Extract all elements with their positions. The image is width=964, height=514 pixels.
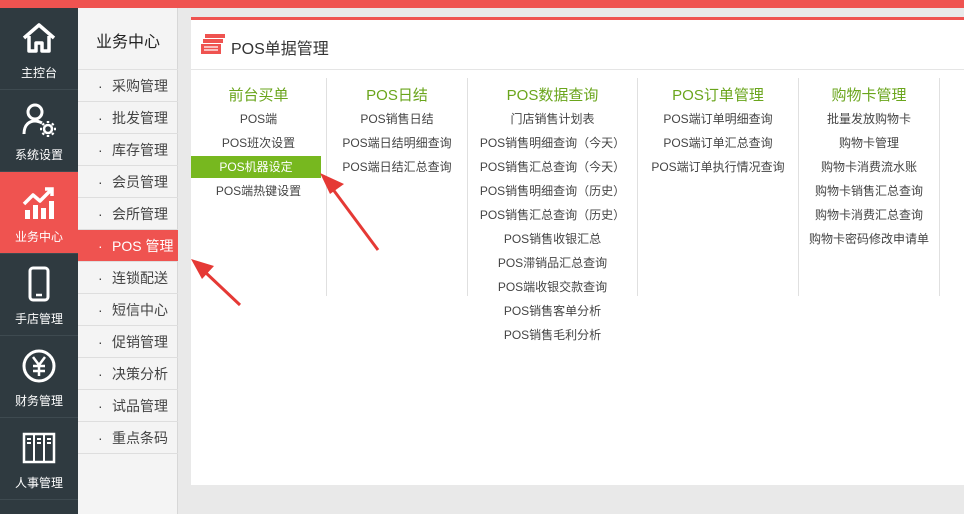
column-pos-data-query: POS数据查询 门店销售计划表 POS销售明细查询（今天） POS销售汇总查询（…: [468, 78, 638, 342]
submenu-item-samples[interactable]: · 试品管理: [78, 390, 178, 422]
nav-label: 系统设置: [14, 148, 63, 162]
link-card-sales-summary[interactable]: 购物卡销售汇总查询: [799, 180, 939, 202]
submenu-item-label: POS 管理: [112, 238, 174, 254]
submenu-item-club[interactable]: · 会所管理: [78, 198, 178, 230]
panel-header: POS单据管理: [191, 20, 964, 70]
link-pos-daily-close-detail[interactable]: POS端日结明细查询: [327, 132, 467, 154]
submenu-item-label: 会所管理: [112, 206, 168, 222]
left-nav: 主控台 系统设置 业务中心 手店管理 财务管理 人事管理: [0, 8, 78, 514]
chart-growth-icon: [22, 187, 54, 219]
nav-label: 业务中心: [14, 230, 63, 244]
link-order-detail-query[interactable]: POS端订单明细查询: [638, 108, 798, 130]
submenu-item-label: 试品管理: [112, 398, 168, 414]
nav-label: 手店管理: [14, 312, 63, 326]
submenu-item-label: 会员管理: [112, 174, 168, 190]
link-card-consumption-ledger[interactable]: 购物卡消费流水账: [799, 156, 939, 178]
submenu-item-decision-analysis[interactable]: · 决策分析: [78, 358, 178, 390]
submenu-item-promotion[interactable]: · 促销管理: [78, 326, 178, 358]
submenu-item-label: 采购管理: [112, 78, 168, 94]
submenu-title: 业务中心: [78, 8, 178, 70]
column-pos-daily-close: POS日结 POS销售日结 POS端日结明细查询 POS端日结汇总查询: [327, 78, 468, 296]
link-sales-cashier-summary[interactable]: POS销售收银汇总: [468, 228, 637, 250]
nav-item-hr[interactable]: 人事管理: [0, 418, 78, 500]
link-sales-summary-today[interactable]: POS销售汇总查询（今天）: [468, 156, 637, 178]
panel-title: POS单据管理: [231, 41, 329, 58]
link-pos-shift-settings[interactable]: POS班次设置: [191, 132, 326, 154]
link-batch-issue-cards[interactable]: 批量发放购物卡: [799, 108, 939, 130]
nav-label: 财务管理: [14, 394, 63, 408]
submenu-item-key-barcodes[interactable]: · 重点条码: [78, 422, 178, 454]
link-sales-detail-today[interactable]: POS销售明细查询（今天）: [468, 132, 637, 154]
column-gift-card-management: 购物卡管理 批量发放购物卡 购物卡管理 购物卡消费流水账 购物卡销售汇总查询 购…: [799, 78, 940, 296]
column-front-checkout: 前台买单 POS端 POS班次设置 POS机器设定 POS端热键设置: [191, 78, 327, 296]
submenu-item-purchase[interactable]: · 采购管理: [78, 70, 178, 102]
submenu-item-label: 库存管理: [112, 142, 168, 158]
home-icon: [22, 23, 56, 53]
top-accent-bar: [0, 0, 964, 8]
submenu-item-chain-delivery[interactable]: · 连锁配送: [78, 262, 178, 294]
link-card-consumption-summary[interactable]: 购物卡消费汇总查询: [799, 204, 939, 226]
submenu-item-wholesale[interactable]: · 批发管理: [78, 102, 178, 134]
link-cashier-payment-query[interactable]: POS端收银交款查询: [468, 276, 637, 298]
submenu-item-label: 短信中心: [112, 302, 168, 318]
nav-label: 人事管理: [14, 476, 63, 490]
submenu-item-inventory[interactable]: · 库存管理: [78, 134, 178, 166]
link-pos-daily-close-summary[interactable]: POS端日结汇总查询: [327, 156, 467, 178]
link-store-sales-plan[interactable]: 门店销售计划表: [468, 108, 637, 130]
link-card-management[interactable]: 购物卡管理: [799, 132, 939, 154]
submenu: 业务中心 · 采购管理 · 批发管理 · 库存管理 · 会员管理 · 会所管理 · POS …: [78, 8, 178, 514]
submenu-item-label: 连锁配送: [112, 270, 168, 286]
column-pos-order-management: POS订单管理 POS端订单明细查询 POS端订单汇总查询 POS端订单执行情况…: [638, 78, 799, 296]
main-panel: POS单据管理 前台买单 POS端 POS班次设置 POS机器设定 POS端热键…: [191, 17, 964, 485]
link-order-summary-query[interactable]: POS端订单汇总查询: [638, 132, 798, 154]
document-stack-icon: [201, 34, 225, 54]
yen-coin-icon: [22, 349, 56, 383]
column-title: POS订单管理: [672, 87, 764, 104]
submenu-item-label: 促销管理: [112, 334, 168, 350]
column-title: 购物卡管理: [831, 87, 907, 104]
cabinet-icon: [22, 432, 56, 464]
link-card-password-change-request[interactable]: 购物卡密码修改申请单: [799, 228, 939, 250]
submenu-item-members[interactable]: · 会员管理: [78, 166, 178, 198]
link-sales-detail-history[interactable]: POS销售明细查询（历史）: [468, 180, 637, 202]
mobile-phone-icon: [28, 266, 50, 302]
column-title: 前台买单: [228, 87, 289, 104]
link-sales-summary-history[interactable]: POS销售汇总查询（历史）: [468, 204, 637, 226]
submenu-item-sms[interactable]: · 短信中心: [78, 294, 178, 326]
link-pos-machine-settings[interactable]: POS机器设定: [191, 156, 321, 178]
nav-item-dashboard[interactable]: 主控台: [0, 8, 78, 90]
nav-item-mobile-store[interactable]: 手店管理: [0, 254, 78, 336]
link-gross-profit-analysis[interactable]: POS销售毛利分析: [468, 324, 637, 346]
link-customer-order-analysis[interactable]: POS销售客单分析: [468, 300, 637, 322]
nav-label: 主控台: [20, 66, 57, 80]
nav-item-business-center[interactable]: 业务中心: [0, 172, 78, 254]
nav-item-system-settings[interactable]: 系统设置: [0, 90, 78, 172]
link-order-execution-query[interactable]: POS端订单执行情况查询: [638, 156, 798, 178]
column-title: POS日结: [366, 87, 428, 104]
link-slow-moving-summary[interactable]: POS滞销品汇总查询: [468, 252, 637, 274]
link-pos-hotkey-settings[interactable]: POS端热键设置: [191, 180, 326, 202]
user-gear-icon: [22, 103, 56, 137]
column-title: POS数据查询: [506, 87, 599, 104]
submenu-item-label: 重点条码: [112, 430, 168, 446]
submenu-item-label: 决策分析: [112, 366, 168, 382]
link-pos-terminal[interactable]: POS端: [191, 108, 326, 130]
nav-item-finance[interactable]: 财务管理: [0, 336, 78, 418]
submenu-item-pos[interactable]: · POS 管理: [78, 230, 178, 262]
link-pos-sales-daily-close[interactable]: POS销售日结: [327, 108, 467, 130]
submenu-item-label: 批发管理: [112, 110, 168, 126]
